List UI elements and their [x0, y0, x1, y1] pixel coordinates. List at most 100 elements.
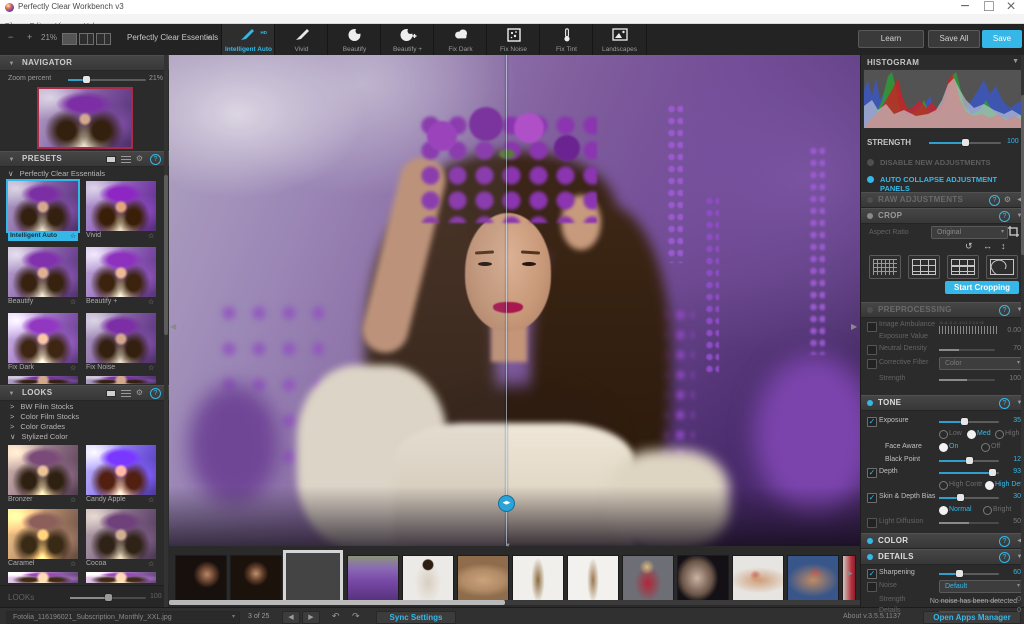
star-icon[interactable]: ☆ [148, 560, 154, 568]
help-icon[interactable]: ? [999, 536, 1010, 547]
exposure-checkbox[interactable]: ✓ [867, 417, 877, 427]
corrective-filter-checkbox[interactable] [867, 359, 877, 369]
preset-thumb-partial[interactable] [86, 376, 156, 384]
auto-collapse-label[interactable]: AUTO COLLAPSE ADJUSTMENT PANELS [880, 175, 1024, 193]
star-icon[interactable]: ☆ [70, 298, 76, 306]
look-thumb-caramel[interactable] [8, 509, 78, 559]
exposure-high-radio[interactable] [995, 430, 1004, 439]
star-icon[interactable]: ☆ [70, 364, 76, 372]
raw-adjustments-header[interactable]: RAW ADJUSTMENTS ? ⚙ ◀ [861, 192, 1024, 208]
preset-dropdown[interactable]: Perfectly Clear Essentials [127, 33, 218, 42]
look-label[interactable]: Bronzer [8, 496, 33, 503]
filmstrip-thumb-2[interactable] [231, 556, 281, 600]
preset-thumb-partial[interactable] [8, 376, 78, 384]
looks-tree-colorfilm[interactable]: >Color Film Stocks [10, 412, 79, 421]
filename-dropdown[interactable]: Fotolia_116196021_Subscription_Monthly_X… [6, 611, 240, 624]
star-icon[interactable]: ☆ [70, 496, 76, 504]
preprocessing-header[interactable]: PREPROCESSING ? ▼ [861, 302, 1024, 318]
preset-landscapes[interactable]: Landscapes [592, 24, 647, 55]
preset-label[interactable]: Beautify + [86, 298, 117, 305]
crop-header[interactable]: CROP ? ▼ [861, 208, 1024, 224]
collapse-icon[interactable]: ▼ [6, 389, 17, 399]
look-label[interactable]: Cocoa [86, 560, 106, 567]
filmstrip-thumb-5[interactable] [403, 556, 453, 600]
gear-icon[interactable]: ⚙ [1002, 195, 1013, 205]
corrective-filter-dropdown[interactable]: Color▾ [939, 357, 1024, 370]
details-header[interactable]: DETAILS ? ▼ [861, 549, 1024, 565]
help-icon[interactable]: ? [150, 388, 161, 399]
filmstrip-scroll-right-icon[interactable]: ▶ [848, 570, 853, 577]
depth-checkbox[interactable]: ✓ [867, 468, 877, 478]
flip-vertical-icon[interactable]: ↕ [1001, 241, 1006, 251]
divider-handle[interactable]: ◀▶ [498, 495, 515, 512]
preset-vivid[interactable]: Vivid [274, 24, 328, 55]
preset-thumb-fix-dark[interactable] [8, 313, 78, 363]
view-single-button[interactable] [62, 33, 77, 45]
exposure-med-label[interactable]: Med [977, 430, 991, 437]
face-aware-on-label[interactable]: On [949, 443, 958, 450]
next-image-button[interactable]: ▶ [302, 611, 320, 624]
star-icon[interactable]: ☆ [148, 364, 154, 372]
gear-icon[interactable]: ⚙ [134, 154, 145, 164]
undo-icon[interactable]: ↶ [332, 611, 340, 622]
collapse-icon[interactable]: ▼ [6, 59, 17, 69]
histogram-collapse-icon[interactable]: ▼ [1012, 58, 1019, 65]
normal-radio[interactable] [939, 506, 948, 515]
preset-thumb-fix-noise[interactable] [86, 313, 156, 363]
maximize-button[interactable]: □ [978, 0, 1000, 13]
sharpening-checkbox[interactable]: ✓ [867, 569, 877, 579]
exposure-med-radio[interactable] [967, 430, 976, 439]
list-view-icon[interactable] [121, 390, 131, 397]
noise-dropdown[interactable]: Default▾ [939, 580, 1024, 593]
disable-adjustments-label[interactable]: DISABLE NEW ADJUSTMENTS [880, 158, 991, 167]
preset-label[interactable]: Vivid [86, 232, 101, 239]
filmstrip-thumb-1[interactable] [176, 556, 226, 600]
look-thumb-bronzer[interactable] [8, 445, 78, 495]
star-icon[interactable]: ☆ [70, 560, 76, 568]
looks-tree-stylized[interactable]: ∨Stylized Color [10, 432, 68, 441]
looks-header[interactable]: ▼ LOOKS ⚙ ? [0, 385, 169, 401]
black-point-slider[interactable] [939, 460, 999, 462]
skin-bias-slider[interactable] [939, 497, 999, 499]
help-icon[interactable]: ? [150, 154, 161, 165]
light-diffusion-checkbox[interactable] [867, 518, 877, 528]
noise-details-slider[interactable] [939, 611, 999, 613]
grid-overlay-grid-button[interactable] [947, 255, 979, 279]
collapse-filmstrip-icon[interactable]: ▼ [505, 543, 511, 549]
list-view-icon[interactable] [121, 156, 131, 163]
bright-radio[interactable] [983, 506, 992, 515]
looks-tree-bw[interactable]: >BW Film Stocks [10, 402, 73, 411]
zoom-out-button[interactable]: − [8, 32, 13, 42]
help-icon[interactable]: ? [999, 211, 1010, 222]
image-ambulance-checkbox[interactable] [867, 322, 877, 332]
filmstrip-thumb-13[interactable] [843, 556, 855, 600]
save-button[interactable]: Save [982, 30, 1022, 48]
filmstrip-thumb-3-selected[interactable] [286, 553, 340, 601]
image-canvas[interactable]: ◀▶ [169, 55, 860, 546]
help-icon[interactable]: ? [989, 195, 1000, 206]
collapse-right-panel-icon[interactable]: ▶ [851, 322, 857, 331]
star-icon[interactable]: ☆ [70, 232, 76, 240]
preset-fix-dark[interactable]: Fix Dark [433, 24, 487, 55]
before-after-divider[interactable] [506, 55, 507, 546]
gear-icon[interactable]: ⚙ [134, 388, 145, 398]
light-diffusion-slider[interactable] [939, 522, 999, 524]
learn-button[interactable]: Learn [858, 30, 924, 48]
look-thumb-candy-apple[interactable] [86, 445, 156, 495]
preset-thumb-vivid[interactable] [86, 181, 156, 231]
about-version[interactable]: About v.3.5.5.1137 [843, 613, 901, 620]
noise-checkbox[interactable] [867, 582, 877, 592]
looks-tree-colorgrades[interactable]: >Color Grades [10, 422, 65, 431]
flip-horizontal-icon[interactable]: ↔ [983, 241, 992, 251]
redo-icon[interactable]: ↷ [352, 611, 360, 622]
grid-overlay-fine-button[interactable] [869, 255, 901, 279]
exposure-high-label[interactable]: High [1005, 430, 1019, 437]
high-def-label[interactable]: High Def [995, 481, 1022, 488]
presets-header[interactable]: ▼ PRESETS ⚙ ? [0, 151, 169, 167]
chevron-down-icon[interactable]: ▾ [207, 34, 211, 42]
help-icon[interactable]: ? [999, 552, 1010, 563]
rotate-icon[interactable]: ↺ [965, 241, 973, 252]
disable-adjustments-toggle[interactable] [867, 159, 874, 166]
filmstrip-thumb-9[interactable] [623, 556, 673, 600]
neutral-density-slider[interactable] [939, 349, 995, 351]
